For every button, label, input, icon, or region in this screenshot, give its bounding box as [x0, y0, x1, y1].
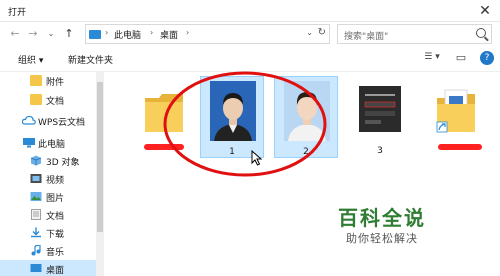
sidebar-item-3d-objects[interactable]: 3D 对象 — [0, 152, 96, 170]
help-icon[interactable]: ? — [480, 51, 494, 65]
sidebar-item-label: 下载 — [46, 230, 65, 240]
sidebar-item-videos[interactable]: 视频 — [0, 170, 96, 188]
forward-arrow-icon[interactable]: → — [26, 26, 40, 42]
breadcrumb-this-pc[interactable]: 此电脑 — [114, 28, 141, 41]
picture-icon — [30, 192, 42, 201]
watermark-brand: 百科全说 — [338, 206, 426, 230]
sidebar-scrollbar[interactable] — [96, 72, 104, 276]
sidebar-item-label: 桌面 — [46, 266, 65, 276]
sidebar-item-desktop[interactable]: 桌面 — [0, 260, 96, 276]
sidebar-item-attachments[interactable]: 附件 — [0, 72, 96, 90]
cloud-icon — [22, 115, 36, 125]
sidebar-item-this-pc[interactable]: 此电脑 — [0, 134, 96, 152]
view-options-icon[interactable]: ☰ ▾ — [422, 52, 442, 66]
close-icon[interactable]: ✕ — [476, 2, 494, 20]
file-item-screenshot-3[interactable]: 3 — [348, 76, 412, 158]
new-folder-button[interactable]: 新建文件夹 — [68, 53, 113, 66]
redaction-mark — [438, 144, 482, 150]
cube-icon — [30, 155, 42, 166]
music-icon — [31, 245, 41, 256]
sidebar-item-wps-cloud[interactable]: WPS云文档 — [0, 112, 96, 130]
sidebar-item-downloads[interactable]: 下载 — [0, 224, 96, 242]
breadcrumb-separator: › — [105, 28, 109, 37]
search-placeholder: 搜索"桌面" — [344, 32, 389, 42]
screenshot-thumbnail — [359, 86, 401, 132]
desktop-icon — [30, 264, 42, 272]
folder-shortcut-icon — [436, 89, 475, 133]
folder-icon — [30, 94, 42, 105]
sidebar-item-label: 图片 — [46, 194, 65, 204]
file-name: 3 — [377, 146, 383, 156]
pc-icon — [23, 138, 35, 148]
search-icon — [476, 28, 486, 38]
up-arrow-icon[interactable]: ↑ — [62, 26, 76, 42]
recent-locations-icon[interactable]: ⌄ — [44, 26, 58, 42]
file-list: 1 2 3 — [104, 71, 500, 276]
address-row: ← → ⌄ ↑ › 此电脑 › 桌面 › ⌄ ↻ 搜索"桌面" — [0, 22, 500, 46]
pc-icon — [89, 30, 101, 39]
address-bar[interactable]: › 此电脑 › 桌面 › ⌄ ↻ — [85, 24, 330, 44]
sidebar-item-music[interactable]: 音乐 — [0, 242, 96, 260]
sidebar-item-label: 音乐 — [46, 248, 65, 258]
document-icon — [31, 209, 41, 220]
folder-icon — [30, 75, 42, 86]
navigation-pane: 附件 文档 WPS云文档 此电脑 3D 对象 视频 图片 文档 下载 音乐 桌面 — [0, 72, 104, 276]
sidebar-item-documents-wps[interactable]: 文档 — [0, 91, 96, 109]
mouse-cursor-icon — [251, 150, 263, 166]
file-item-shortcut[interactable] — [422, 76, 486, 158]
watermark-slogan: 助你轻松解决 — [346, 232, 418, 245]
scrollbar-thumb[interactable] — [97, 82, 103, 232]
command-bar: 组织 ▾ 新建文件夹 ☰ ▾ ▭ ? — [0, 46, 500, 72]
breadcrumb-desktop[interactable]: 桌面 — [160, 28, 178, 41]
breadcrumb-separator: › — [186, 28, 190, 37]
sidebar-item-label: WPS云文档 — [38, 118, 86, 128]
sidebar-item-label: 文档 — [46, 212, 65, 222]
organize-menu[interactable]: 组织 ▾ — [18, 53, 43, 66]
breadcrumb-separator: › — [150, 28, 154, 37]
sidebar-item-label: 此电脑 — [38, 140, 66, 150]
sidebar-item-documents[interactable]: 文档 — [0, 206, 96, 224]
preview-pane-icon[interactable]: ▭ — [454, 51, 468, 65]
sidebar-item-label: 视频 — [46, 176, 65, 186]
download-icon — [31, 227, 41, 238]
search-input[interactable]: 搜索"桌面" — [337, 24, 492, 44]
sidebar-item-label: 文档 — [46, 97, 65, 107]
video-icon — [30, 174, 42, 183]
annotation-circle — [163, 71, 327, 177]
sidebar-item-label: 3D 对象 — [46, 158, 80, 168]
back-arrow-icon[interactable]: ← — [8, 26, 22, 42]
title-bar: 打开 ✕ — [0, 0, 500, 22]
address-dropdown-icon[interactable]: ⌄ — [306, 28, 313, 37]
sidebar-item-label: 附件 — [46, 78, 65, 88]
window-title: 打开 — [8, 8, 27, 18]
refresh-icon[interactable]: ↻ — [318, 27, 326, 38]
sidebar-item-pictures[interactable]: 图片 — [0, 188, 96, 206]
